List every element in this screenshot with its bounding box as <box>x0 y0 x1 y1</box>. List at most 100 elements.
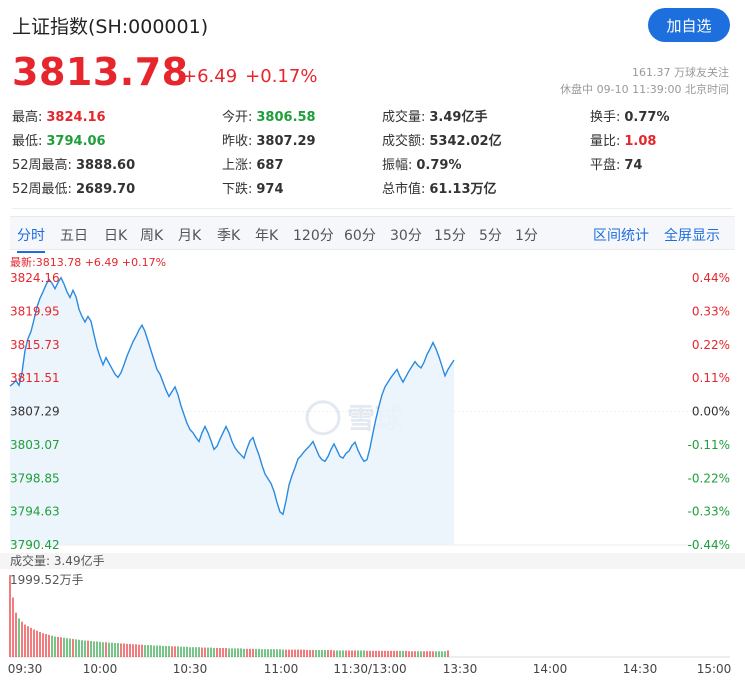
volume-bar <box>138 644 140 657</box>
volume-bar <box>252 648 254 657</box>
volume-bar <box>384 650 386 657</box>
volume-bar <box>291 649 293 657</box>
tab-6[interactable]: 年K <box>255 225 278 245</box>
volume-bar <box>318 650 320 657</box>
volume-bar <box>324 650 326 657</box>
volume-bar <box>435 651 437 657</box>
tab-10[interactable]: 15分 <box>434 225 466 245</box>
volume-bar <box>264 649 266 657</box>
x-tick-label: 11:00 <box>263 662 299 676</box>
pct-tick-label: -0.22% <box>688 471 730 485</box>
volume-bar <box>171 646 173 657</box>
tab-9[interactable]: 30分 <box>390 225 422 245</box>
volume-bar <box>198 647 200 657</box>
quote-label: 上涨: <box>222 158 253 173</box>
pct-tick-label: 0.22% <box>692 338 730 352</box>
tab-0[interactable]: 分时 <box>17 225 45 253</box>
volume-bar <box>27 626 29 657</box>
volume-bar <box>333 650 335 657</box>
volume-bar <box>399 650 401 657</box>
quote-prev-close: 昨收: 3807.29 <box>222 130 316 149</box>
tab-8[interactable]: 60分 <box>344 225 376 245</box>
volume-bar <box>381 650 383 657</box>
tab-1[interactable]: 五日 <box>60 225 88 245</box>
x-tick-label: 10:00 <box>82 662 118 676</box>
pct-tick-label: -0.44% <box>688 538 730 552</box>
quote-value: 687 <box>256 158 284 173</box>
volume-bar <box>216 647 218 657</box>
pct-tick-label: 0.00% <box>692 405 730 419</box>
volume-bar <box>30 627 32 657</box>
tab-7[interactable]: 120分 <box>293 225 334 245</box>
volume-bar <box>327 650 329 657</box>
quote-amount: 成交额: 5342.02亿 <box>382 130 502 149</box>
pct-tick-label: -0.33% <box>688 505 730 519</box>
volume-bar <box>228 648 230 657</box>
quote-label: 量比: <box>590 134 621 149</box>
pct-tick-label: 0.44% <box>692 271 730 285</box>
volume-bar <box>288 649 290 657</box>
volume-bar <box>207 647 209 657</box>
volume-bar <box>336 650 338 657</box>
quote-open: 今开: 3806.58 <box>222 106 316 125</box>
tab-4[interactable]: 月K <box>178 225 201 245</box>
volume-bar <box>243 648 245 657</box>
y-tick-label: 3794.63 <box>10 505 60 519</box>
volume-bar <box>168 645 170 657</box>
x-tick-label: 14:00 <box>532 662 568 676</box>
volume-bar <box>195 647 197 657</box>
volume-bar <box>285 649 287 657</box>
volume-bar <box>42 633 44 657</box>
volume-bar <box>21 621 23 657</box>
quote-amplitude: 振幅: 0.79% <box>382 154 462 173</box>
range-stats-link[interactable]: 区间统计 <box>593 225 649 245</box>
volume-bar <box>225 647 227 657</box>
quote-label: 最高: <box>12 110 43 125</box>
quote-value: 3807.29 <box>256 134 316 149</box>
volume-bar <box>339 650 341 657</box>
volume-bar <box>270 649 272 657</box>
volume-bar <box>306 650 308 657</box>
tab-11[interactable]: 5分 <box>479 225 502 245</box>
quote-value: 0.79% <box>416 158 462 173</box>
watermark-logo-icon <box>305 400 341 436</box>
quote-value: 3794.06 <box>46 134 106 149</box>
pct-tick-label: 0.33% <box>692 304 730 318</box>
volume-bar <box>81 640 83 657</box>
quote-value: 61.13万亿 <box>429 182 497 197</box>
volume-bar <box>429 651 431 657</box>
volume-bar <box>402 650 404 657</box>
tab-12[interactable]: 1分 <box>515 225 538 245</box>
volume-bar <box>189 647 191 657</box>
quote-flat: 平盘: 74 <box>590 154 642 173</box>
volume-bar <box>345 650 347 657</box>
add-to-watchlist-button[interactable]: 加自选 <box>648 8 730 42</box>
fullscreen-link[interactable]: 全屏显示 <box>664 225 720 245</box>
volume-bar <box>153 645 155 657</box>
volume-bar <box>405 650 407 657</box>
volume-bar <box>231 648 233 657</box>
quote-value: 974 <box>256 182 284 197</box>
volume-bar <box>219 647 221 657</box>
y-tick-label: 3819.95 <box>10 304 60 318</box>
tab-2[interactable]: 日K <box>104 225 127 245</box>
volume-bar <box>387 650 389 657</box>
tab-5[interactable]: 季K <box>217 225 240 245</box>
volume-bar <box>165 645 167 657</box>
market-status: 休盘中 09-10 11:39:00 北京时间 <box>560 83 729 96</box>
volume-bar <box>297 649 299 657</box>
quote-high: 最高: 3824.16 <box>12 106 106 125</box>
volume-bar <box>372 650 374 657</box>
x-tick-label: 11:30/13:00 <box>333 662 407 676</box>
chart-period-tabs: 分时 五日 日K 周K 月K 季K 年K 120分 60分 30分 15分 5分 1分 区间统计 全屏显示 <box>10 216 735 253</box>
quote-label: 平盘: <box>590 158 621 173</box>
volume-bar <box>132 644 134 657</box>
tab-3[interactable]: 周K <box>140 225 163 245</box>
volume-bar <box>444 651 446 657</box>
quote-label: 成交量: <box>382 110 426 125</box>
intraday-chart[interactable]: 雪球3824.16 0.44%3819.95 0.33%3815.73 0.22%38… <box>0 265 745 662</box>
volume-bar <box>114 643 116 657</box>
quote-market-cap: 总市值: 61.13万亿 <box>382 178 497 197</box>
volume-bar <box>432 651 434 657</box>
volume-bar <box>186 646 188 657</box>
